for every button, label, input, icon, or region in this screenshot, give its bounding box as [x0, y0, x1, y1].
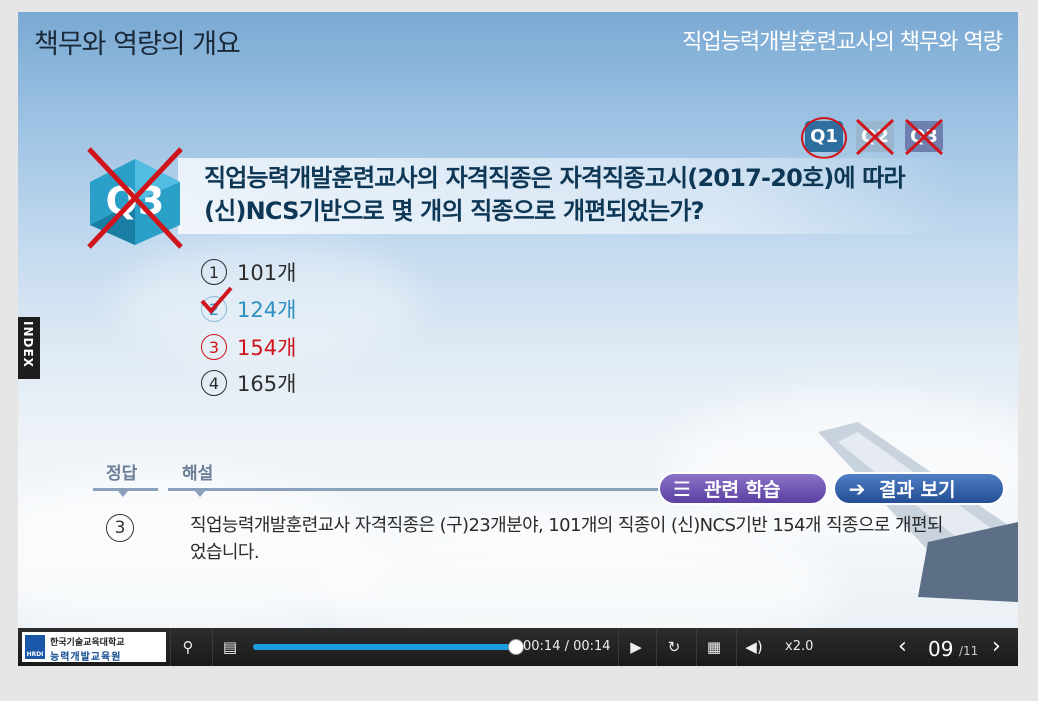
option-number: 3: [201, 334, 227, 360]
explanation-text: 직업능력개발훈련교사 자격직종은 (구)23개분야, 101개의 직종이 (신)…: [190, 515, 943, 563]
logo-mark-text: HRDI: [26, 651, 44, 658]
speed-button[interactable]: x2.0: [785, 639, 813, 654]
play-icon[interactable]: ▶: [618, 628, 653, 666]
page-current: 09: [928, 637, 954, 661]
related-study-label: 관련 학습: [704, 479, 781, 501]
wrong-cross-mark: [904, 118, 944, 156]
time-display: 00:14 / 00:14: [523, 639, 611, 654]
tab-divider: [168, 488, 688, 491]
correct-circle-mark: [801, 117, 847, 159]
correct-answer-number: 3: [106, 514, 134, 542]
checkmark-icon: [200, 286, 233, 315]
logo-line2: 능력개발교육원: [50, 652, 122, 663]
menu-icon: ☰: [673, 476, 691, 501]
option-2-selected[interactable]: 2 124개: [200, 286, 297, 324]
option-label: 165개: [237, 372, 297, 396]
logo: HRDI 한국기술교육대학교 능력개발교육원: [22, 632, 166, 663]
page-title: 책무와 역량의 개요: [34, 29, 241, 60]
quiz-nav-q2[interactable]: Q2: [855, 118, 895, 156]
progress-bar[interactable]: [253, 639, 524, 655]
page-total: /11: [959, 644, 979, 658]
course-title: 직업능력개발훈련교사의 책무와 역량: [682, 30, 1003, 55]
progress-fill: [253, 644, 515, 650]
view-result-label: 결과 보기: [879, 479, 956, 501]
index-tab[interactable]: INDEX: [18, 317, 40, 379]
quiz-nav-q3[interactable]: Q3: [904, 118, 944, 156]
wrong-cross-mark: [855, 118, 895, 156]
replay-icon[interactable]: ↻: [656, 628, 691, 666]
tab-explanation: 해설: [182, 464, 214, 484]
related-study-button[interactable]: ☰ 관련 학습: [658, 472, 828, 505]
option-number: 2: [200, 286, 233, 322]
volume-icon[interactable]: ◀): [736, 628, 771, 666]
folder-icon[interactable]: ▤: [212, 628, 247, 666]
option-1[interactable]: 1 101개: [201, 257, 296, 287]
option-number: 1: [201, 259, 227, 285]
question-text: 직업능력개발훈련교사의 자격직종은 자격직종고시(2017-20호)에 따라 (…: [204, 164, 906, 225]
option-4[interactable]: 4 165개: [201, 368, 296, 398]
tab-pointer-icon: [118, 491, 128, 497]
option-label: 101개: [237, 261, 297, 285]
logo-line1: 한국기술교육대학교: [50, 638, 125, 648]
tab-pointer-icon: [195, 491, 205, 497]
quiz-nav-q1[interactable]: Q1: [801, 117, 847, 159]
arrow-right-icon: ➔: [848, 476, 866, 501]
wrong-cross-mark: [87, 147, 183, 249]
question-badge: Q3: [85, 147, 185, 249]
view-result-button[interactable]: ➔ 결과 보기: [833, 472, 1005, 505]
player-controls: HRDI 한국기술교육대학교 능력개발교육원 ⚲ ▤ 00:14 / 00:14…: [18, 628, 1018, 666]
prev-page-icon[interactable]: ‹: [898, 634, 907, 659]
script-icon[interactable]: ▦: [696, 628, 731, 666]
tab-answer: 정답: [106, 464, 138, 484]
progress-handle[interactable]: [508, 639, 524, 655]
index-label: INDEX: [21, 321, 35, 368]
person-icon[interactable]: ⚲: [170, 628, 205, 666]
next-page-icon[interactable]: ›: [992, 634, 1001, 659]
option-number: 4: [201, 370, 227, 396]
option-label: 124개: [237, 298, 297, 322]
option-label: 154개: [237, 336, 297, 360]
lesson-stage: 책무와 역량의 개요 직업능력개발훈련교사의 책무와 역량 Q1 Q2 Q3 Q…: [18, 12, 1018, 628]
option-3-correct[interactable]: 3 154개: [201, 332, 296, 362]
